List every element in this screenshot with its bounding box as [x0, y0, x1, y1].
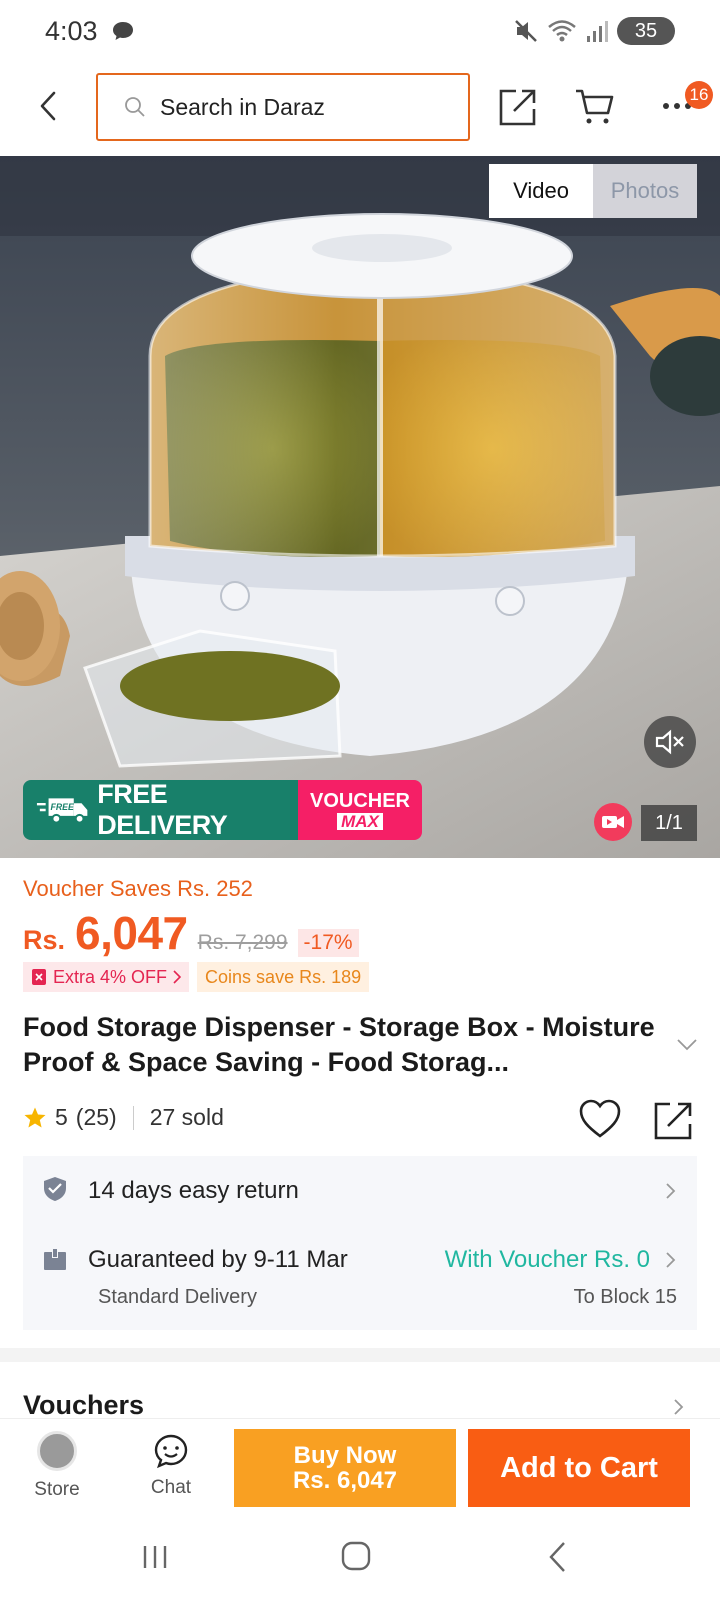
chat-bubble-icon — [113, 22, 133, 40]
product-title: Food Storage Dispenser - Storage Box - M… — [23, 1012, 655, 1077]
store-label: Store — [34, 1479, 80, 1500]
returns-text: 14 days easy return — [88, 1177, 299, 1204]
rating-row[interactable]: 5 (25) 27 sold — [23, 1104, 224, 1131]
top-header: Search in Daraz 16 — [0, 62, 720, 156]
cart-count-badge: 16 — [685, 81, 713, 109]
mute-icon — [515, 20, 537, 42]
media-tabs: Video Photos — [489, 164, 697, 218]
current-price: 6,047 — [75, 907, 188, 959]
delivery-truck-icon: FREE — [36, 798, 88, 824]
page-indicator: 1/1 — [641, 805, 697, 841]
wifi-icon — [548, 20, 576, 42]
chevron-right-icon[interactable] — [673, 1398, 685, 1416]
delivery-box-icon — [44, 1248, 66, 1270]
section-divider — [0, 1348, 720, 1362]
chat-smile-icon — [154, 1434, 188, 1469]
returns-row[interactable]: 14 days easy return — [23, 1156, 697, 1226]
cart-icon[interactable] — [574, 85, 616, 127]
signal-icon — [587, 21, 608, 42]
chat-label: Chat — [150, 1477, 192, 1498]
tab-photos[interactable]: Photos — [593, 164, 697, 218]
mute-button[interactable] — [644, 716, 696, 768]
speaker-mute-icon — [655, 729, 684, 755]
video-camera-icon — [602, 816, 624, 828]
add-to-cart-button[interactable]: Add to Cart — [468, 1429, 690, 1507]
video-badge[interactable] — [594, 803, 632, 841]
chat-button[interactable]: Chat — [136, 1427, 206, 1511]
buy-now-button[interactable]: Buy Now Rs. 6,047 — [234, 1429, 456, 1507]
search-placeholder: Search in Daraz — [160, 93, 325, 120]
chevron-right-icon — [173, 970, 182, 984]
buy-now-price: Rs. 6,047 — [292, 1467, 398, 1494]
heart-icon[interactable] — [578, 1098, 622, 1140]
store-logo-icon — [37, 1431, 77, 1471]
delivery-row[interactable]: Guaranteed by 9-11 Mar Standard Delivery… — [23, 1226, 697, 1330]
share-icon[interactable] — [652, 1098, 696, 1142]
coins-save-tag[interactable]: Coins save Rs. 189 — [197, 962, 370, 992]
status-bar: 4:03 35 — [0, 0, 720, 62]
product-media[interactable]: Video Photos FREE FREE DELIVERY VOUCHER … — [0, 156, 720, 858]
recents-icon[interactable] — [140, 1542, 170, 1572]
chevron-down-icon[interactable] — [676, 1038, 698, 1052]
coupon-icon — [32, 969, 46, 985]
free-icon-text: FREE — [51, 802, 75, 812]
discount-badge: -17% — [297, 929, 359, 957]
extra-off-tag[interactable]: Extra 4% OFF — [23, 962, 190, 992]
voucher-fee: With Voucher Rs. 0 — [444, 1246, 650, 1273]
voucher-max-line2: MAX — [337, 812, 383, 830]
status-time: 4:03 — [45, 16, 98, 46]
battery-icon: 35 — [617, 17, 675, 45]
search-icon — [125, 97, 145, 117]
free-delivery-label: FREE DELIVERY — [97, 780, 228, 840]
voucher-max-line1: VOUCHER — [309, 789, 410, 812]
extra-off-label: Extra 4% OFF — [53, 966, 168, 987]
shield-check-icon — [44, 1177, 66, 1201]
search-input[interactable]: Search in Daraz — [96, 73, 470, 141]
bottom-action-bar: Store Chat Buy Now Rs. 6,047 Add to Cart — [0, 1418, 720, 1518]
sold-count: 27 sold — [149, 1104, 224, 1130]
service-info: 14 days easy return Guaranteed by 9-11 M… — [23, 1156, 697, 1330]
star-icon — [24, 1107, 46, 1127]
delivery-guarantee: Guaranteed by 9-11 Mar — [88, 1246, 348, 1273]
system-nav-bar — [0, 1520, 720, 1600]
back-icon[interactable] — [546, 1540, 570, 1574]
home-icon[interactable] — [340, 1540, 372, 1572]
free-delivery-badge: FREE FREE DELIVERY — [23, 780, 298, 840]
status-icons: 35 — [513, 16, 675, 46]
delivery-location: To Block 15 — [573, 1286, 677, 1308]
delivery-type: Standard Delivery — [98, 1286, 257, 1308]
product-photo — [0, 156, 720, 858]
store-button[interactable]: Store — [22, 1427, 92, 1511]
promo-tags: Extra 4% OFF Coins save Rs. 189 — [23, 962, 370, 992]
back-arrow-icon — [40, 91, 56, 121]
divider — [132, 1105, 134, 1130]
chevron-right-icon — [666, 1252, 676, 1268]
voucher-max-badge: VOUCHER MAX — [298, 780, 422, 840]
chevron-right-icon — [666, 1183, 676, 1199]
price-currency: Rs. — [23, 925, 66, 955]
price-row: Rs. 6,047 Rs. 7,299 -17% — [23, 906, 359, 960]
original-price: Rs. 7,299 — [197, 931, 288, 954]
back-button[interactable] — [30, 84, 66, 128]
tab-video[interactable]: Video — [489, 164, 593, 218]
buy-now-label: Buy Now — [293, 1441, 397, 1469]
promo-banner: FREE FREE DELIVERY VOUCHER MAX — [23, 780, 422, 840]
vouchers-title[interactable]: Vouchers — [23, 1390, 144, 1421]
share-icon[interactable] — [496, 85, 540, 129]
rating-value: 5 — [55, 1104, 68, 1130]
review-count: (25) — [75, 1104, 117, 1130]
voucher-saves: Voucher Saves Rs. 252 — [23, 876, 253, 901]
